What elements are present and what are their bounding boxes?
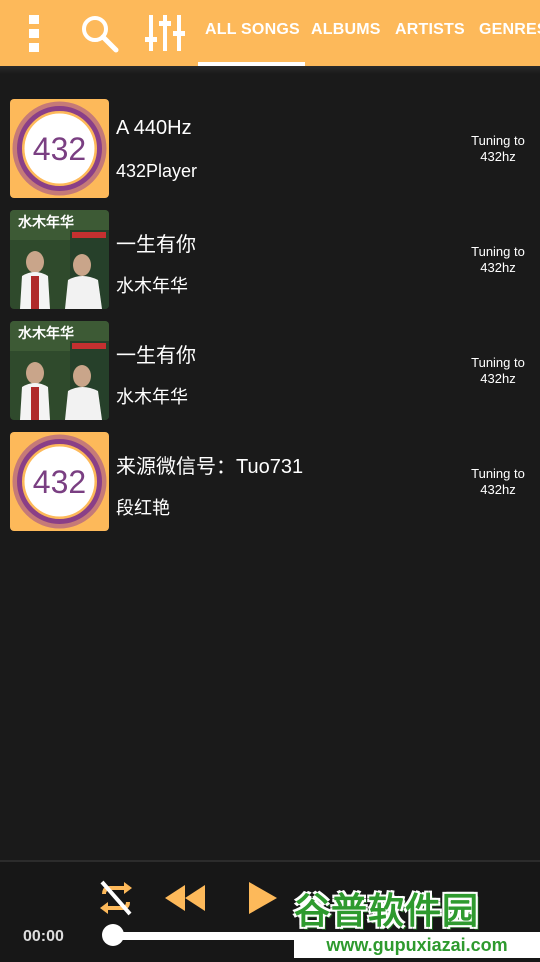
equalizer-icon[interactable] xyxy=(142,10,188,56)
song-row[interactable]: 432 来源微信号：Tuo731 段红艳 Tuning to 432hz xyxy=(0,432,540,532)
album-art-cover: 水木年华 xyxy=(10,210,109,309)
song-artist: 432Player xyxy=(116,161,198,181)
repeat-off-icon[interactable] xyxy=(94,876,138,920)
tuning-label: Tuning to 432hz xyxy=(471,466,525,497)
tab-all-songs[interactable]: ALL SONGS xyxy=(205,21,300,39)
rewind-icon[interactable] xyxy=(162,876,208,920)
song-title: 来源微信号：Tuo731 xyxy=(116,456,304,478)
tuning-label: Tuning to 432hz xyxy=(471,133,525,164)
svg-text:432: 432 xyxy=(33,464,86,500)
tab-genres[interactable]: GENRES xyxy=(479,21,540,39)
watermark: 谷普软件园 www.gupuxiazai.com xyxy=(294,880,540,960)
tab-artists[interactable]: ARTISTS xyxy=(395,21,465,39)
song-title: A 440Hz xyxy=(116,117,192,139)
tab-albums[interactable]: ALBUMS xyxy=(311,21,381,39)
seek-bar[interactable] xyxy=(112,932,312,940)
song-title: 一生有你 xyxy=(116,345,196,367)
song-row[interactable]: 432 A 440Hz 432Player Tuning to 432hz xyxy=(0,99,540,199)
album-art-432: 432 xyxy=(10,99,109,198)
watermark-url: www.gupuxiazai.com xyxy=(294,932,540,958)
search-icon[interactable] xyxy=(76,10,122,56)
song-title: 一生有你 xyxy=(116,234,196,256)
seek-thumb[interactable] xyxy=(102,924,124,946)
elapsed-time: 00:00 xyxy=(23,928,64,945)
app-toolbar: ALL SONGS ALBUMS ARTISTS GENRES xyxy=(0,0,540,66)
album-art-cover: 水木年华 xyxy=(10,321,109,420)
play-icon[interactable] xyxy=(242,876,282,920)
song-artist: 水木年华 xyxy=(116,276,188,296)
song-row[interactable]: 水木年华 一生有你 水木年华 Tuning to 432hz xyxy=(0,321,540,421)
svg-text:水木年华: 水木年华 xyxy=(18,325,74,341)
svg-text:水木年华: 水木年华 xyxy=(18,214,74,230)
song-artist: 水木年华 xyxy=(116,387,188,407)
song-row[interactable]: 水木年华 一生有你 水木年华 Tuning to 432hz xyxy=(0,210,540,310)
watermark-title: 谷普软件园 xyxy=(294,890,480,931)
tuning-label: Tuning to 432hz xyxy=(471,355,525,386)
more-vert-icon[interactable] xyxy=(11,10,57,56)
album-art-432: 432 xyxy=(10,432,109,531)
song-artist: 段红艳 xyxy=(116,498,170,518)
svg-text:432: 432 xyxy=(33,131,86,167)
tuning-label: Tuning to 432hz xyxy=(471,244,525,275)
toolbar-shadow xyxy=(0,66,540,74)
